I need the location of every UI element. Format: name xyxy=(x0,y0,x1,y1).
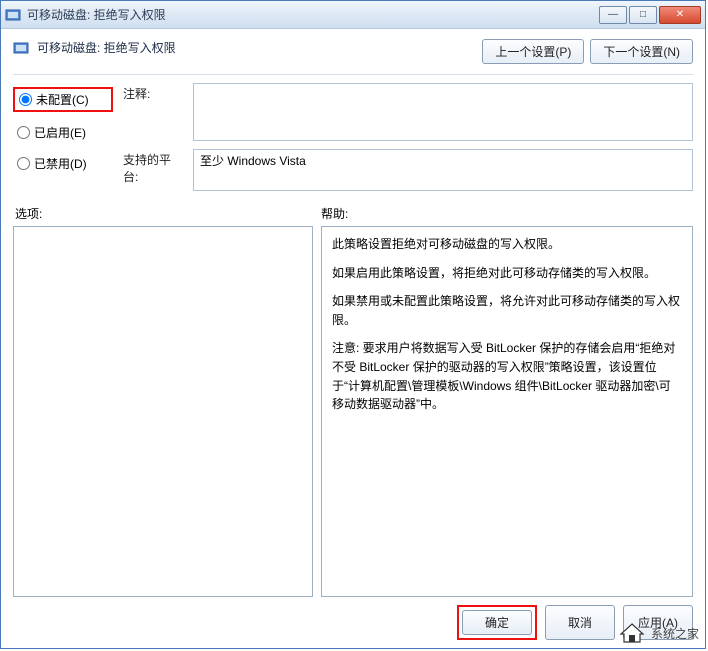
header-row: 可移动磁盘: 拒绝写入权限 上一个设置(P) 下一个设置(N) xyxy=(13,39,693,64)
options-label: 选项: xyxy=(13,205,313,222)
help-label: 帮助: xyxy=(313,205,693,222)
window-controls: — □ ✕ xyxy=(599,6,701,24)
policy-icon xyxy=(13,40,29,56)
help-panel[interactable]: 此策略设置拒绝对可移动磁盘的写入权限。 如果启用此策略设置，将拒绝对此可移动存储… xyxy=(321,226,693,597)
panels: 此策略设置拒绝对可移动磁盘的写入权限。 如果启用此策略设置，将拒绝对此可移动存储… xyxy=(13,226,693,597)
right-column: 注释: 支持的平台: 至少 Windows Vista xyxy=(123,83,693,191)
radio-label: 已禁用(D) xyxy=(34,155,87,172)
footer: 确定 取消 应用(A) xyxy=(13,597,693,640)
radio-label: 已启用(E) xyxy=(34,124,86,141)
help-paragraph: 如果禁用或未配置此策略设置，将允许对此可移动存储类的写入权限。 xyxy=(332,292,682,329)
close-button[interactable]: ✕ xyxy=(659,6,701,24)
comment-label: 注释: xyxy=(123,83,185,141)
window-body: 可移动磁盘: 拒绝写入权限 上一个设置(P) 下一个设置(N) 未配置(C) 已… xyxy=(1,29,705,648)
policy-title: 可移动磁盘: 拒绝写入权限 xyxy=(37,39,474,56)
policy-editor-window: 可移动磁盘: 拒绝写入权限 — □ ✕ 可移动磁盘: 拒绝写入权限 上一个设置(… xyxy=(0,0,706,649)
previous-setting-button[interactable]: 上一个设置(P) xyxy=(482,39,584,64)
help-paragraph: 注意: 要求用户将数据写入受 BitLocker 保护的存储会启用“拒绝对不受 … xyxy=(332,339,682,413)
nav-buttons: 上一个设置(P) 下一个设置(N) xyxy=(482,39,693,64)
minimize-button[interactable]: — xyxy=(599,6,627,24)
platform-value: 至少 Windows Vista xyxy=(200,154,306,168)
comment-input[interactable] xyxy=(193,83,693,141)
supported-platform-box: 至少 Windows Vista xyxy=(193,149,693,191)
platform-label: 支持的平台: xyxy=(123,149,185,191)
divider xyxy=(13,74,693,75)
radio-not-configured[interactable]: 未配置(C) xyxy=(13,87,113,112)
help-paragraph: 如果启用此策略设置，将拒绝对此可移动存储类的写入权限。 xyxy=(332,264,682,283)
radio-label: 未配置(C) xyxy=(36,91,89,108)
radio-not-configured-input[interactable] xyxy=(19,93,32,106)
titlebar[interactable]: 可移动磁盘: 拒绝写入权限 — □ ✕ xyxy=(1,1,705,29)
cancel-button[interactable]: 取消 xyxy=(545,605,615,640)
section-labels: 选项: 帮助: xyxy=(13,205,693,222)
radio-disabled-input[interactable] xyxy=(17,157,30,170)
next-setting-button[interactable]: 下一个设置(N) xyxy=(590,39,693,64)
ok-highlight: 确定 xyxy=(457,605,537,640)
window-title: 可移动磁盘: 拒绝写入权限 xyxy=(27,6,599,23)
maximize-button[interactable]: □ xyxy=(629,6,657,24)
policy-icon xyxy=(5,7,21,23)
radio-enabled-input[interactable] xyxy=(17,126,30,139)
ok-button[interactable]: 确定 xyxy=(462,610,532,635)
options-panel[interactable] xyxy=(13,226,313,597)
config-row: 未配置(C) 已启用(E) 已禁用(D) 注释: 支持的平台: 至少 Windo… xyxy=(13,83,693,191)
radio-enabled[interactable]: 已启用(E) xyxy=(13,122,113,143)
radio-disabled[interactable]: 已禁用(D) xyxy=(13,153,113,174)
state-radios: 未配置(C) 已启用(E) 已禁用(D) xyxy=(13,83,113,191)
help-paragraph: 此策略设置拒绝对可移动磁盘的写入权限。 xyxy=(332,235,682,254)
apply-button[interactable]: 应用(A) xyxy=(623,605,693,640)
